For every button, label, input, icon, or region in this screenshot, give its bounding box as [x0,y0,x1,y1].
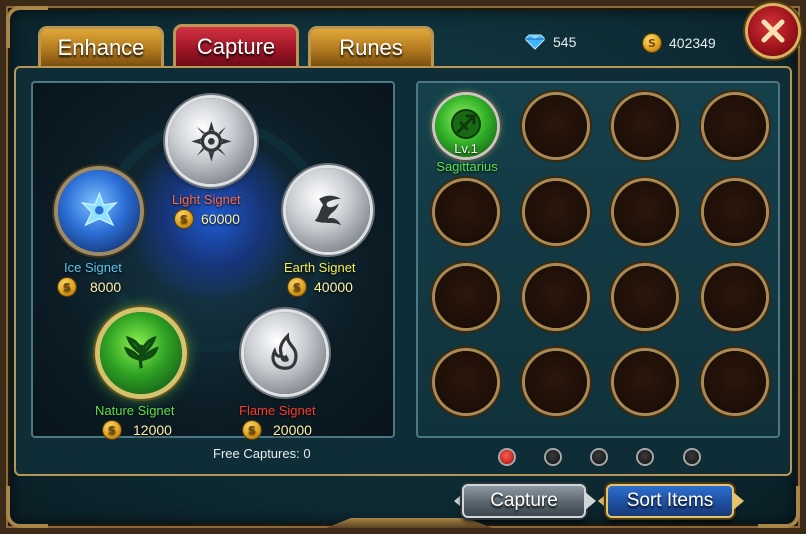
page-dot-3[interactable] [592,450,606,464]
item-level: Lv.1 [454,141,478,156]
gold-coin-icon: S [58,278,76,296]
inventory-slot[interactable]: Lv.1 [435,95,497,157]
light-signet[interactable] [168,98,254,184]
inventory-slot[interactable] [525,351,587,413]
gem-amount: 545 [553,34,577,50]
ice-signet-icon [80,191,118,226]
ice-signet-price: 8000 [90,279,122,295]
flame-signet-price: 20000 [273,422,312,438]
gold-coin-icon: S [175,210,193,228]
inventory-slot[interactable] [704,181,766,243]
inventory-slot[interactable] [614,266,676,328]
flame-signet-label: Flame Signet [239,403,316,418]
inventory-slot[interactable] [435,351,497,413]
gold-coin-icon: S [103,421,121,439]
inventory-slot[interactable] [614,351,676,413]
page-dot-5[interactable] [685,450,699,464]
close-button[interactable] [748,6,798,56]
inventory-slot[interactable] [704,95,766,157]
inventory-slot[interactable] [614,95,676,157]
inventory-slot[interactable] [614,181,676,243]
button-ornament [584,491,596,511]
gem-counter: 545 [525,34,576,50]
light-signet-cost: S 60000 [175,210,240,228]
nature-signet-cost: S 12000 [103,421,172,439]
inventory-slot[interactable] [435,181,497,243]
button-ornament [732,491,744,511]
ice-signet-label: Ice Signet [64,260,122,275]
inventory-slot[interactable] [525,95,587,157]
item-name: Sagittarius [436,159,498,174]
frame-corner [758,486,800,528]
page-dot-1[interactable] [500,450,514,464]
close-icon [761,19,785,43]
earth-signet-icon [314,195,342,226]
ice-signet-cost: S 8000 [58,278,121,296]
flame-signet-cost: S 20000 [243,421,312,439]
earth-signet[interactable] [286,168,370,252]
frame-corner [6,486,48,528]
nature-signet-price: 12000 [133,422,172,438]
nature-signet-label: Nature Signet [95,403,175,418]
earth-signet-label: Earth Signet [284,260,356,275]
earth-signet-price: 40000 [314,279,353,295]
flame-signet-icon [271,332,298,370]
inventory-slot[interactable] [525,266,587,328]
gold-coin-icon: S [643,34,661,52]
light-signet-price: 60000 [201,211,240,227]
inventory-slot[interactable] [525,181,587,243]
gold-amount: 402349 [669,35,716,51]
inventory-slot[interactable] [435,266,497,328]
diamond-icon [525,34,545,50]
free-captures-text: Free Captures: 0 [213,446,311,461]
ice-signet[interactable] [58,170,140,252]
flame-signet[interactable] [244,312,326,394]
light-signet-icon [190,120,232,162]
tab-capture[interactable]: Capture [173,24,299,66]
frame-ornament [326,518,492,528]
tab-enhance[interactable]: Enhance [38,26,164,66]
gold-coin-icon: S [243,421,261,439]
sagittarius-icon [451,109,481,139]
light-signet-label: Light Signet [172,192,241,207]
sort-items-button[interactable]: Sort Items [606,484,734,518]
gold-counter: S 402349 [643,34,716,52]
page-dot-2[interactable] [546,450,560,464]
page-dot-4[interactable] [638,450,652,464]
capture-button[interactable]: Capture [462,484,586,518]
gold-coin-icon: S [288,278,306,296]
tab-runes[interactable]: Runes [308,26,434,66]
inventory-slot[interactable] [704,266,766,328]
nature-signet-icon [123,335,159,369]
nature-signet[interactable] [100,312,182,394]
earth-signet-cost: S 40000 [288,278,353,296]
inventory-slot[interactable] [704,351,766,413]
